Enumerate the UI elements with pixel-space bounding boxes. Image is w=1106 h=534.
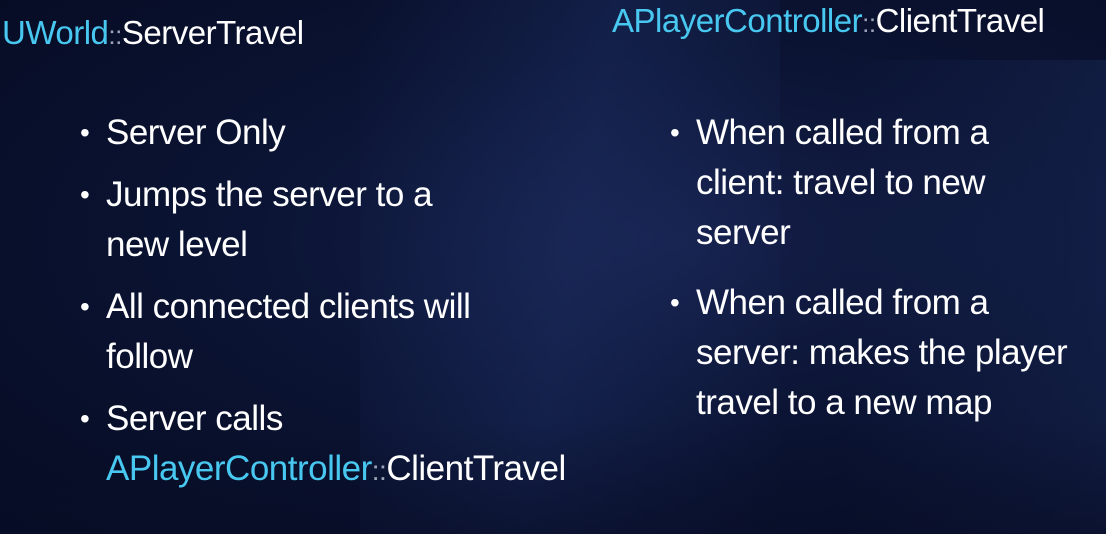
bullet-text: Server Only xyxy=(106,113,286,152)
server-travel-title: UWorld::ServerTravel xyxy=(2,14,304,52)
list-item: • When called from a server: makes the p… xyxy=(670,278,1096,428)
bullet-text: Jumps the server to a new level xyxy=(106,175,433,264)
bullet-dot-icon: • xyxy=(80,117,90,148)
list-item: • All connected clients will follow xyxy=(80,282,526,382)
title-function-name: ClientTravel xyxy=(875,2,1045,39)
client-travel-class-ref: APlayerController xyxy=(106,449,372,488)
bullet-dot-icon: • xyxy=(670,287,680,318)
bullet-text: Server calls xyxy=(106,399,283,438)
client-travel-function-ref: ClientTravel xyxy=(386,449,566,488)
bullet-dot-icon: • xyxy=(80,179,90,210)
list-item: • Server Only xyxy=(80,108,600,158)
client-travel-bullet-list: • When called from a client: travel to n… xyxy=(670,108,1100,448)
title-scope-separator: :: xyxy=(862,8,876,38)
bullet-dot-icon: • xyxy=(670,117,680,148)
bullet-text: When called from a client: travel to new… xyxy=(696,113,989,252)
bullet-dot-icon: • xyxy=(80,291,90,322)
list-item: • Jumps the server to a new level xyxy=(80,170,466,270)
list-item: • Server calls APlayerController::Client… xyxy=(80,394,600,496)
server-travel-bullet-list: • Server Only • Jumps the server to a ne… xyxy=(80,108,600,508)
list-item: • When called from a client: travel to n… xyxy=(670,108,1026,258)
bullet-dot-icon: • xyxy=(80,403,90,434)
title-function-name: ServerTravel xyxy=(121,14,304,51)
title-class-name: UWorld xyxy=(2,14,109,51)
bullet-text: All connected clients will follow xyxy=(106,287,471,376)
title-scope-separator: :: xyxy=(108,20,122,50)
bullet-text: When called from a server: makes the pla… xyxy=(696,283,1068,422)
client-travel-title: APlayerController::ClientTravel xyxy=(612,2,1045,40)
title-class-name: APlayerController xyxy=(612,2,863,39)
scope-separator: :: xyxy=(371,455,387,486)
